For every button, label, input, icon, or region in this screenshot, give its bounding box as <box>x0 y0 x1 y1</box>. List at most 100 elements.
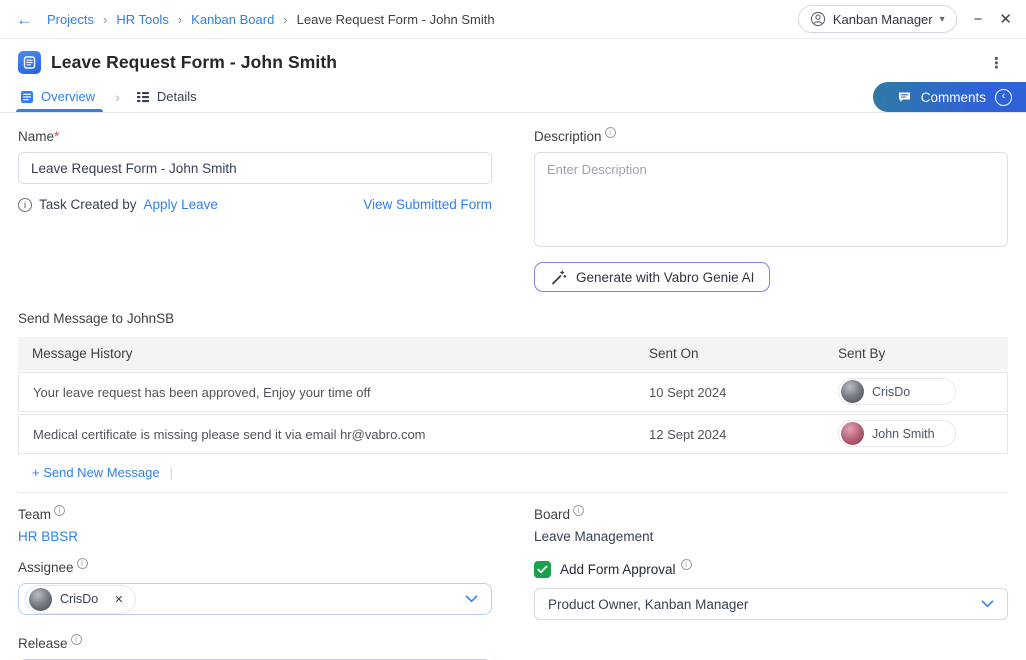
info-icon <box>681 559 692 570</box>
message-cell: Your leave request has been approved, En… <box>18 372 635 412</box>
release-label: Release <box>18 636 492 651</box>
breadcrumb-current: Leave Request Form - John Smith <box>297 12 495 27</box>
assignee-chip: CrisDo ✕ <box>25 585 136 614</box>
chevron-right-icon: › <box>115 89 120 105</box>
remove-assignee-icon[interactable]: ✕ <box>114 593 123 606</box>
check-icon <box>537 565 548 574</box>
kebab-menu-icon[interactable]: ⋮ <box>985 54 1008 72</box>
chevron-down-icon <box>981 600 994 608</box>
info-icon <box>54 505 65 516</box>
breadcrumb-projects[interactable]: Projects <box>47 12 94 27</box>
assignee-label: Assignee <box>18 560 492 575</box>
task-form-icon <box>18 51 41 74</box>
required-asterisk: * <box>54 129 59 144</box>
info-icon <box>573 505 584 516</box>
board-field: Board Leave Management <box>534 507 1008 544</box>
chevron-right-icon: › <box>283 12 287 27</box>
task-created-row: Task Created by Apply Leave View Submitt… <box>18 197 492 212</box>
avatar <box>841 380 864 403</box>
info-icon <box>71 634 82 645</box>
info-icon <box>605 127 616 138</box>
view-submitted-form-link[interactable]: View Submitted Form <box>363 197 492 212</box>
role-switcher-label: Kanban Manager <box>833 12 933 27</box>
description-label: Description <box>534 129 1008 144</box>
comments-button-label: Comments <box>921 90 986 105</box>
team-board-row: Team HR BBSR Board Leave Management <box>18 507 1008 544</box>
description-column: Description Generate with Vabro Genie AI <box>534 129 1008 292</box>
comments-button[interactable]: Comments ‹ <box>873 82 1026 112</box>
tab-details-label: Details <box>157 89 197 104</box>
user-name: John Smith <box>872 427 935 441</box>
approval-checkbox-row: Add Form Approval <box>534 560 1008 578</box>
avatar <box>841 422 864 445</box>
message-cell: Medical certificate is missing please se… <box>18 414 635 454</box>
assignee-approval-row: Assignee CrisDo ✕ Ad <box>18 560 1008 620</box>
chevron-left-circle-icon: ‹ <box>995 89 1012 106</box>
info-icon <box>77 558 88 569</box>
details-icon <box>136 90 150 104</box>
name-description-row: Name* Task Created by Apply Leave View S… <box>18 129 1008 292</box>
role-switcher-button[interactable]: Kanban Manager ▾ <box>798 5 957 33</box>
user-chip: John Smith <box>838 420 956 447</box>
table-row: Your leave request has been approved, En… <box>18 372 1008 412</box>
chevron-down-icon <box>465 595 478 603</box>
col-sent-by: Sent By <box>824 337 1008 370</box>
name-column: Name* Task Created by Apply Leave View S… <box>18 129 492 292</box>
topbar-right: Kanban Manager ▾ − ✕ <box>798 5 1012 33</box>
name-label: Name* <box>18 129 492 144</box>
section-divider <box>18 492 1008 493</box>
board-label: Board <box>534 507 1008 522</box>
col-sent-on: Sent On <box>635 337 824 370</box>
sent-on-cell: 10 Sept 2024 <box>635 372 824 412</box>
chevron-right-icon: › <box>178 12 182 27</box>
breadcrumb: Projects › HR Tools › Kanban Board › Lea… <box>47 12 495 27</box>
board-value: Leave Management <box>534 529 1008 544</box>
approval-select[interactable]: Product Owner, Kanban Manager <box>534 588 1008 620</box>
caret-down-icon: ▾ <box>940 14 945 25</box>
team-label: Team <box>18 507 492 522</box>
magic-wand-icon <box>550 269 567 286</box>
apply-leave-link[interactable]: Apply Leave <box>144 197 218 212</box>
team-value-link[interactable]: HR BBSR <box>18 529 492 544</box>
app-window: ← Projects › HR Tools › Kanban Board › L… <box>0 0 1026 660</box>
release-field: Release Release 1 <box>18 636 492 660</box>
sent-by-cell: John Smith <box>824 414 1008 454</box>
avatar <box>29 588 52 611</box>
tab-details[interactable]: Details <box>134 81 199 112</box>
approval-field: Add Form Approval Product Owner, Kanban … <box>534 560 1008 620</box>
breadcrumb-kanban-board[interactable]: Kanban Board <box>191 12 274 27</box>
vertical-divider: | <box>170 464 174 480</box>
info-icon <box>18 198 32 212</box>
person-icon <box>810 11 826 27</box>
generate-ai-button[interactable]: Generate with Vabro Genie AI <box>534 262 770 292</box>
active-tab-underline <box>16 109 103 112</box>
description-textarea[interactable] <box>534 152 1008 247</box>
approval-label: Add Form Approval <box>560 562 676 577</box>
col-message-history: Message History <box>18 337 635 370</box>
send-new-message-link[interactable]: + Send New Message <box>32 465 160 480</box>
back-arrow-icon[interactable]: ← <box>16 11 33 28</box>
approval-selected-value: Product Owner, Kanban Manager <box>548 597 748 612</box>
tab-overview-label: Overview <box>41 89 95 104</box>
tabs-bar: Overview › Details Comments ‹ <box>0 81 1026 113</box>
name-input[interactable] <box>18 152 492 184</box>
chevron-right-icon: › <box>103 12 107 27</box>
assignee-select[interactable]: CrisDo ✕ <box>18 583 492 615</box>
team-field: Team HR BBSR <box>18 507 492 544</box>
assignee-chip-name: CrisDo <box>60 592 98 606</box>
task-created-text: Task Created by <box>39 197 137 212</box>
title-row: Leave Request Form - John Smith ⋮ <box>0 39 1026 81</box>
page-title: Leave Request Form - John Smith <box>51 52 337 73</box>
tab-overview[interactable]: Overview <box>18 81 97 112</box>
minimize-button[interactable]: − <box>974 12 983 27</box>
user-chip: CrisDo <box>838 378 956 405</box>
table-row: Medical certificate is missing please se… <box>18 414 1008 454</box>
generate-ai-label: Generate with Vabro Genie AI <box>576 270 754 285</box>
breadcrumb-hr-tools[interactable]: HR Tools <box>116 12 169 27</box>
close-button[interactable]: ✕ <box>999 12 1012 27</box>
approval-checkbox[interactable] <box>534 561 551 578</box>
send-new-message-row: + Send New Message | <box>18 464 1008 480</box>
user-name: CrisDo <box>872 385 910 399</box>
comments-icon <box>897 90 912 104</box>
sent-on-cell: 12 Sept 2024 <box>635 414 824 454</box>
